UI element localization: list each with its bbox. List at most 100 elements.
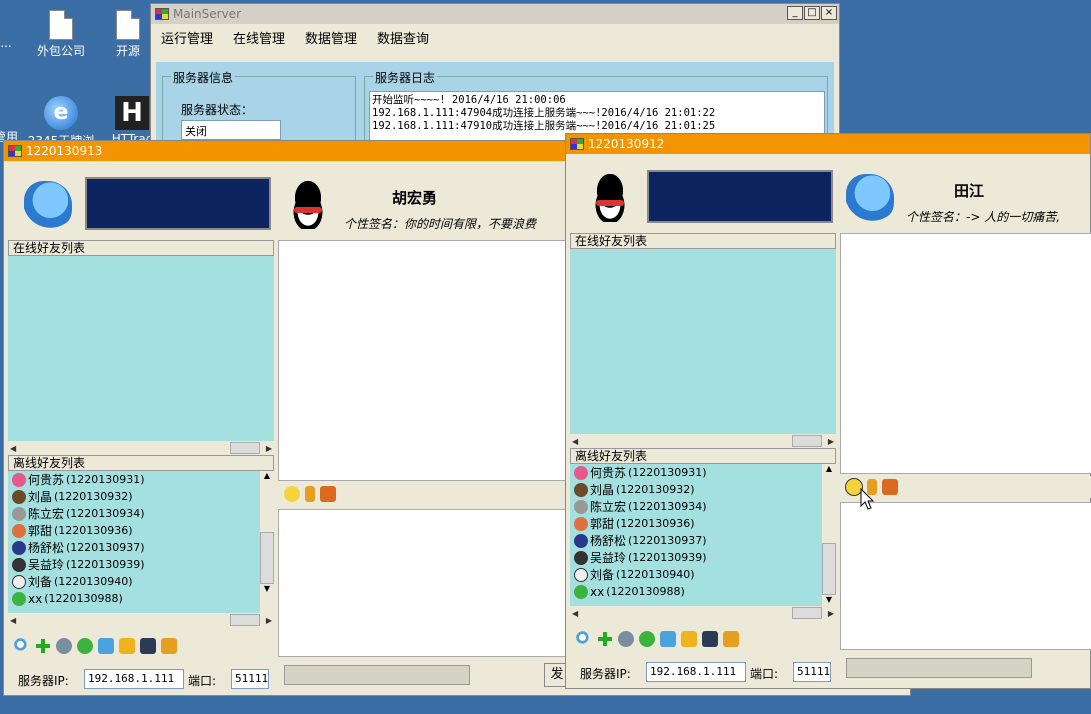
edit-icon[interactable] xyxy=(723,631,739,647)
emoji-icon[interactable] xyxy=(284,486,300,502)
friend-item[interactable]: 刘晶 (1220130932) xyxy=(8,488,274,505)
my-avatar-icon[interactable] xyxy=(24,181,72,229)
progress-bar xyxy=(284,665,470,685)
friend-item[interactable]: 何贵苏 (1220130931) xyxy=(570,464,836,481)
friend-item[interactable]: 杨舒松 (1220130937) xyxy=(570,532,836,549)
desktop-icon-httrack[interactable]: H HTTrac xyxy=(110,96,154,146)
menu-data-query[interactable]: 数据查询 xyxy=(367,28,439,47)
friend-item[interactable]: 郭甜 (1220130936) xyxy=(8,522,274,539)
message-input-area[interactable] xyxy=(840,502,1091,650)
chat-history-area[interactable] xyxy=(840,233,1091,474)
online-hscrollbar[interactable]: ◀ ▶ xyxy=(570,434,836,448)
avatar-icon xyxy=(574,465,588,480)
my-status-box xyxy=(85,177,271,230)
offline-vscrollbar[interactable]: ▲ ▼ xyxy=(260,471,274,613)
server-ip-label: 服务器IP: xyxy=(18,674,69,688)
peer-avatar-icon xyxy=(284,181,332,229)
refresh-icon[interactable] xyxy=(77,638,93,654)
window-title: 1220130912 xyxy=(588,137,665,151)
send-file-icon[interactable] xyxy=(98,638,114,654)
online-hscrollbar[interactable]: ◀ ▶ xyxy=(8,441,274,455)
chat-window-2: 1220130912 田江 个性签名：-> 人的一切痛苦, 在线好友列表 ◀ ▶ … xyxy=(565,133,1091,689)
avatar-icon xyxy=(12,506,26,521)
send-file-icon[interactable] xyxy=(660,631,676,647)
star-icon[interactable] xyxy=(681,631,697,647)
friends-toolbar xyxy=(570,628,836,650)
search-icon[interactable] xyxy=(576,631,592,647)
my-avatar-icon[interactable] xyxy=(586,174,634,222)
port-label: 端口: xyxy=(188,674,217,688)
menu-online-management[interactable]: 在线管理 xyxy=(223,28,295,47)
peer-name: 胡宏勇 xyxy=(392,189,438,207)
friend-item[interactable]: 何贵苏 (1220130931) xyxy=(8,471,274,488)
offline-friends-list[interactable]: 何贵苏 (1220130931) 刘晶 (1220130932) 陈立宏 (12201… xyxy=(570,464,836,606)
maximize-button[interactable]: □ xyxy=(804,6,820,20)
desktop-icon-partial[interactable]: ... xyxy=(0,36,18,50)
progress-bar xyxy=(846,658,1032,678)
friend-item[interactable]: xx (1220130988) xyxy=(8,590,274,607)
file-icon[interactable] xyxy=(320,486,336,502)
peer-signature: 个性签名：-> 人的一切痛苦, xyxy=(906,210,1061,224)
offline-vscrollbar[interactable]: ▲ ▼ xyxy=(822,464,836,606)
add-icon[interactable] xyxy=(35,638,51,654)
friend-item[interactable]: 刘晶 (1220130932) xyxy=(570,481,836,498)
server-status-label: 服务器状态： xyxy=(181,103,254,117)
add-icon[interactable] xyxy=(597,631,613,647)
offline-hscrollbar[interactable]: ◀ ▶ xyxy=(570,606,836,620)
file-icon[interactable] xyxy=(882,479,898,495)
main-menu-bar: 运行管理 在线管理 数据管理 数据查询 xyxy=(151,24,839,50)
log-line: 开始监听~~~~! 2016/4/16 21:00:06 xyxy=(372,94,566,106)
port-input[interactable]: 51111 xyxy=(231,669,269,689)
offline-hscrollbar[interactable]: ◀ ▶ xyxy=(8,613,274,627)
menu-data-management[interactable]: 数据管理 xyxy=(295,28,367,47)
ghost-icon[interactable] xyxy=(140,638,156,654)
offline-friends-list[interactable]: 何贵苏 (1220130931) 刘晶 (1220130932) 陈立宏 (12201… xyxy=(8,471,274,613)
friends-toolbar xyxy=(8,635,274,657)
chat-toolbar xyxy=(278,483,568,505)
close-button[interactable]: × xyxy=(821,6,837,20)
edit-icon[interactable] xyxy=(161,638,177,654)
log-line: 192.168.1.111:47904成功连接上服务端~~~!2016/4/16… xyxy=(372,107,716,119)
window-title: MainServer xyxy=(173,7,241,21)
avatar-icon xyxy=(12,591,26,606)
menu-run-management[interactable]: 运行管理 xyxy=(151,28,223,47)
online-friends-list[interactable] xyxy=(8,256,274,441)
chat-history-area[interactable] xyxy=(278,240,568,481)
chat2-titlebar[interactable]: 1220130912 xyxy=(566,134,1090,154)
desktop-icon-label: ... xyxy=(0,36,12,50)
friend-item[interactable]: 吴益玲 (1220130939) xyxy=(8,556,274,573)
friend-item[interactable]: 陈立宏 (1220130934) xyxy=(8,505,274,522)
refresh-icon[interactable] xyxy=(639,631,655,647)
port-input[interactable]: 51111 xyxy=(793,662,831,682)
server-ip-input[interactable]: 192.168.1.111 xyxy=(84,669,184,689)
avatar-icon xyxy=(574,499,588,514)
settings-icon[interactable] xyxy=(618,631,634,647)
server-ip-input[interactable]: 192.168.1.111 xyxy=(646,662,746,682)
offline-friends-header: 离线好友列表 xyxy=(570,448,836,464)
desktop-icon-outsource[interactable]: 外包公司 xyxy=(26,10,96,59)
app-icon xyxy=(570,138,584,150)
minimize-button[interactable]: _ xyxy=(787,6,803,20)
font-icon[interactable] xyxy=(305,486,315,502)
avatar-icon xyxy=(12,574,26,589)
ghost-icon[interactable] xyxy=(702,631,718,647)
main-server-window: MainServer _ □ × 运行管理 在线管理 数据管理 数据查询 服务器… xyxy=(150,3,840,166)
friend-item[interactable]: 陈立宏 (1220130934) xyxy=(570,498,836,515)
online-friends-list[interactable] xyxy=(570,249,836,434)
search-icon[interactable] xyxy=(14,638,30,654)
friend-item[interactable]: 刘备 (1220130940) xyxy=(570,566,836,583)
star-icon[interactable] xyxy=(119,638,135,654)
friend-item[interactable]: 杨舒松 (1220130937) xyxy=(8,539,274,556)
settings-icon[interactable] xyxy=(56,638,72,654)
app-icon xyxy=(155,8,169,20)
message-input-area[interactable] xyxy=(278,509,568,657)
offline-friends-panel: 离线好友列表 何贵苏 (1220130931) 刘晶 (1220130932) 陈立… xyxy=(570,448,836,620)
server-status-field[interactable]: 关闭 xyxy=(181,120,281,140)
friend-item[interactable]: 郭甜 (1220130936) xyxy=(570,515,836,532)
desktop-icon-open-source[interactable]: 开源 xyxy=(103,10,153,59)
friend-item[interactable]: 吴益玲 (1220130939) xyxy=(570,549,836,566)
friend-item[interactable]: xx (1220130988) xyxy=(570,583,836,600)
online-friends-panel: 在线好友列表 ◀ ▶ xyxy=(8,240,274,455)
friend-item[interactable]: 刘备 (1220130940) xyxy=(8,573,274,590)
main-server-titlebar[interactable]: MainServer _ □ × xyxy=(151,4,839,24)
